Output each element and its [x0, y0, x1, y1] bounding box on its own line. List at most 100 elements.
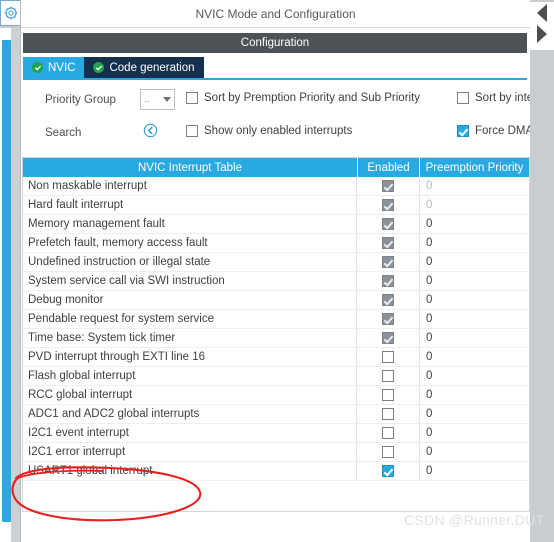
enabled-cell[interactable]: [357, 424, 420, 442]
tab-code-generation-label: Code generation: [109, 61, 195, 74]
table-row[interactable]: PVD interrupt through EXTI line 16 0: [23, 348, 529, 367]
table-row[interactable]: Flash global interrupt 0: [23, 367, 529, 386]
enabled-checkbox[interactable]: [382, 294, 394, 306]
preemption-priority-cell[interactable]: 0: [420, 215, 529, 233]
enabled-checkbox[interactable]: [382, 389, 394, 401]
table-row[interactable]: Time base: System tick timer 0: [23, 329, 529, 348]
preemption-priority-cell[interactable]: 0: [420, 329, 529, 347]
configuration-header-label: Configuration: [240, 37, 310, 49]
enabled-checkbox[interactable]: [382, 332, 394, 344]
preemption-priority-cell[interactable]: 0: [420, 196, 529, 214]
enabled-checkbox[interactable]: [382, 180, 394, 192]
search-prev-button[interactable]: [141, 123, 159, 141]
left-vertical-scrollbar[interactable]: [2, 40, 11, 522]
preemption-priority-cell[interactable]: 0: [420, 310, 529, 328]
enabled-checkbox[interactable]: [382, 313, 394, 325]
priority-group-select[interactable]: ..: [140, 89, 175, 110]
table-row[interactable]: Prefetch fault, memory access fault 0: [23, 234, 529, 253]
preemption-priority-cell[interactable]: 0: [420, 234, 529, 252]
preemption-priority-cell[interactable]: 0: [420, 462, 529, 480]
enabled-cell[interactable]: [357, 272, 420, 290]
table-row[interactable]: ADC1 and ADC2 global interrupts 0: [23, 405, 529, 424]
table-body: Non maskable interrupt 0 Hard fault interr…: [23, 177, 529, 481]
column-header-enabled[interactable]: Enabled: [357, 158, 420, 177]
preemption-priority-cell[interactable]: 0: [420, 405, 529, 423]
enabled-cell[interactable]: [357, 177, 420, 195]
enabled-cell[interactable]: [357, 253, 420, 271]
enabled-checkbox[interactable]: [382, 446, 394, 458]
table-row[interactable]: Hard fault interrupt 0: [23, 196, 529, 215]
enabled-checkbox[interactable]: [382, 199, 394, 211]
preemption-priority-cell[interactable]: 0: [420, 367, 529, 385]
interrupt-name-cell: Time base: System tick timer: [23, 329, 357, 347]
checkbox-show-only-enabled-interrupts[interactable]: Show only enabled interrupts: [186, 125, 352, 137]
table-row[interactable]: System service call via SWI instruction 0: [23, 272, 529, 291]
table-row[interactable]: Debug monitor 0: [23, 291, 529, 310]
preemption-priority-cell[interactable]: 0: [420, 177, 529, 195]
enabled-cell[interactable]: [357, 310, 420, 328]
preemption-priority-cell[interactable]: 0: [420, 253, 529, 271]
enabled-cell[interactable]: [357, 215, 420, 233]
table-row[interactable]: Pendable request for system service 0: [23, 310, 529, 329]
table-row[interactable]: Memory management fault 0: [23, 215, 529, 234]
enabled-cell[interactable]: [357, 329, 420, 347]
table-row[interactable]: Undefined instruction or illegal state 0: [23, 253, 529, 272]
checkbox-label: Sort by Premption Priority and Sub Prior…: [204, 92, 421, 104]
tab-nvic[interactable]: NVIC: [23, 57, 85, 78]
enabled-cell[interactable]: [357, 386, 420, 404]
priority-group-label: Priority Group: [45, 94, 116, 106]
enabled-cell[interactable]: [357, 196, 420, 214]
configuration-header: Configuration: [23, 33, 527, 53]
enabled-cell[interactable]: [357, 367, 420, 385]
chevron-down-icon: [163, 97, 171, 102]
column-header-name[interactable]: NVIC Interrupt Table: [23, 158, 357, 177]
enabled-cell[interactable]: [357, 348, 420, 366]
interrupt-name-cell: Hard fault interrupt: [23, 196, 357, 214]
panel-collapse-controls[interactable]: [530, 2, 554, 50]
preemption-priority-cell[interactable]: 0: [420, 272, 529, 290]
enabled-checkbox[interactable]: [382, 256, 394, 268]
search-row: Search Show only enabled interrupts Forc…: [23, 118, 554, 148]
tab-code-generation[interactable]: Code generation: [84, 57, 204, 78]
interrupt-name-cell: I2C1 error interrupt: [23, 443, 357, 461]
triangle-right-icon[interactable]: [537, 25, 547, 43]
enabled-checkbox[interactable]: [382, 408, 394, 420]
gear-button[interactable]: [0, 0, 22, 26]
column-header-preemption-priority[interactable]: Preemption Priority: [420, 158, 529, 177]
enabled-checkbox[interactable]: [382, 370, 394, 382]
interrupt-name-cell: ADC1 and ADC2 global interrupts: [23, 405, 357, 423]
preemption-priority-cell[interactable]: 0: [420, 348, 529, 366]
interrupt-name-cell: I2C1 event interrupt: [23, 424, 357, 442]
enabled-checkbox[interactable]: [382, 465, 394, 477]
checkbox-box[interactable]: [457, 92, 469, 104]
table-row[interactable]: I2C1 error interrupt 0: [23, 443, 529, 462]
enabled-cell[interactable]: [357, 443, 420, 461]
enabled-checkbox[interactable]: [382, 237, 394, 249]
interrupt-name-cell: Debug monitor: [23, 291, 357, 309]
enabled-cell[interactable]: [357, 234, 420, 252]
enabled-checkbox[interactable]: [382, 351, 394, 363]
enabled-checkbox[interactable]: [382, 427, 394, 439]
enabled-cell[interactable]: [357, 291, 420, 309]
table-row[interactable]: USART1 global interrupt 0: [23, 462, 529, 481]
preemption-priority-cell[interactable]: 0: [420, 386, 529, 404]
triangle-left-icon[interactable]: [537, 4, 547, 22]
enabled-checkbox[interactable]: [382, 275, 394, 287]
enabled-checkbox[interactable]: [382, 218, 394, 230]
nvic-interrupt-table: NVIC Interrupt Table Enabled Preemption …: [22, 157, 530, 512]
table-row[interactable]: Non maskable interrupt 0: [23, 177, 529, 196]
gear-icon: [3, 5, 19, 21]
checkbox-sort-by-premption-priority[interactable]: Sort by Premption Priority and Sub Prior…: [186, 92, 420, 104]
enabled-cell[interactable]: [357, 462, 420, 480]
interrupt-name-cell: Memory management fault: [23, 215, 357, 233]
checkbox-box[interactable]: [186, 125, 198, 137]
preemption-priority-cell[interactable]: 0: [420, 424, 529, 442]
preemption-priority-cell[interactable]: 0: [420, 443, 529, 461]
checkbox-box[interactable]: [457, 125, 469, 137]
enabled-cell[interactable]: [357, 405, 420, 423]
table-row[interactable]: I2C1 event interrupt 0: [23, 424, 529, 443]
table-row[interactable]: RCC global interrupt 0: [23, 386, 529, 405]
window-titlebar: NVIC Mode and Configuration: [21, 0, 530, 28]
checkbox-box[interactable]: [186, 92, 198, 104]
preemption-priority-cell[interactable]: 0: [420, 291, 529, 309]
